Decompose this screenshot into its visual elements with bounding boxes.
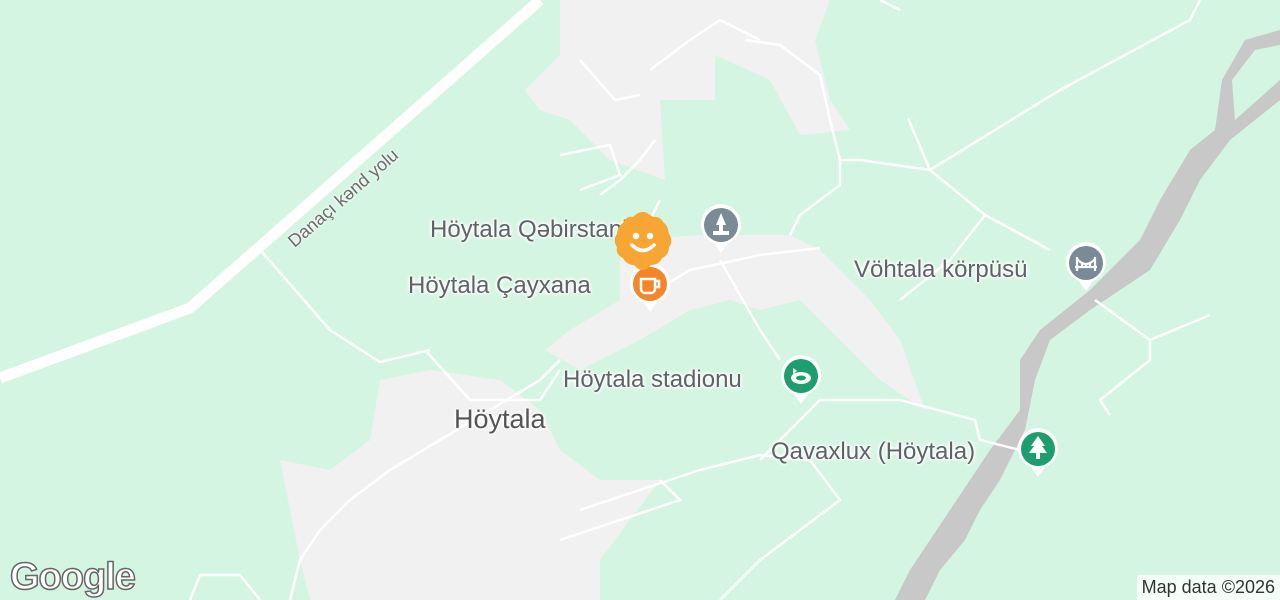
poi-label-bridge[interactable]: Vöhtala körpüsü (854, 258, 1027, 282)
town-label[interactable]: Höytala (454, 406, 546, 433)
poi-label-teahouse[interactable]: Höytala Çayxana (408, 274, 591, 298)
google-logo: Google (9, 555, 136, 599)
map-attribution[interactable]: Map data ©2026 (1136, 575, 1280, 600)
poi-label-stadium[interactable]: Höytala stadionu (563, 368, 742, 392)
cemetery-icon[interactable] (699, 203, 743, 255)
bridge-icon[interactable] (1064, 241, 1108, 293)
poi-label-forest[interactable]: Qavaxlux (Höytala) (771, 440, 975, 464)
forest-icon[interactable] (1016, 427, 1060, 479)
smiley-icon[interactable] (612, 210, 674, 272)
stadium-icon[interactable] (779, 354, 823, 406)
